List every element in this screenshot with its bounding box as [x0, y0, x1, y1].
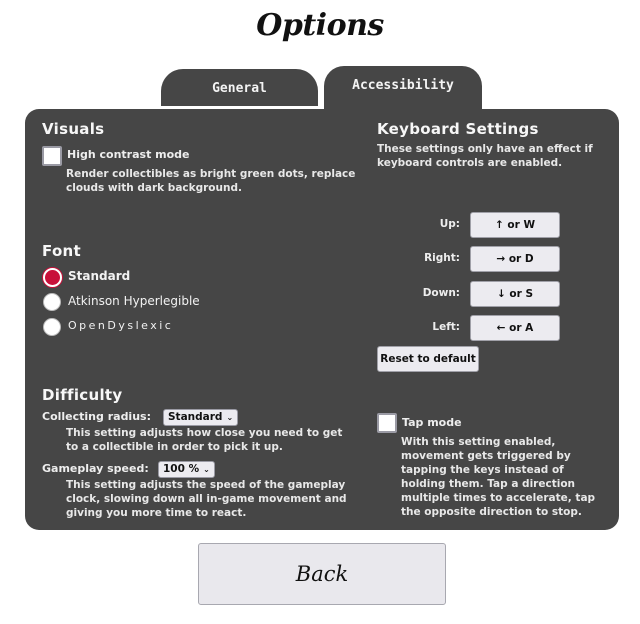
collecting-radius-description-1: This setting adjusts how close you need … [66, 427, 343, 439]
high-contrast-description-1: Render collectibles as bright green dots… [66, 168, 356, 180]
key-binding-down-button[interactable]: ↓ or S [470, 281, 560, 307]
back-button[interactable]: Back [198, 543, 446, 605]
key-binding-right-button[interactable]: → or D [470, 246, 560, 272]
key-label-left: Left: [432, 321, 460, 333]
collecting-radius-value: Standard [168, 411, 223, 423]
font-label-opendyslexic: OpenDyslexic [68, 319, 174, 332]
keyboard-note-2: keyboard controls are enabled. [377, 157, 563, 169]
high-contrast-checkbox[interactable] [42, 146, 62, 166]
tap-mode-description-5: multiple times to accelerate, tap [401, 492, 596, 504]
key-label-right: Right: [424, 252, 460, 264]
gameplay-speed-select[interactable]: 100 % ⌄ [158, 461, 215, 478]
font-label-standard: Standard [68, 269, 131, 283]
keyboard-note-1: These settings only have an effect if [377, 143, 593, 155]
gameplay-speed-description-2: clock, slowing down all in-game movement… [66, 493, 347, 505]
font-radio-standard[interactable] [43, 268, 62, 287]
tap-mode-description-4: holding them. Tap a direction [401, 478, 576, 490]
high-contrast-description-2: clouds with dark background. [66, 182, 242, 194]
page-title: Options [256, 8, 384, 43]
keyboard-heading: Keyboard Settings [377, 120, 539, 138]
collecting-radius-select[interactable]: Standard ⌄ [163, 409, 239, 426]
gameplay-speed-label: Gameplay speed: [42, 462, 149, 475]
tab-general[interactable]: General [161, 69, 318, 106]
tap-mode-description-6: the opposite direction to stop. [401, 506, 582, 518]
reset-to-default-button[interactable]: Reset to default [377, 346, 479, 372]
tap-mode-description-3: tapping the keys instead of [401, 464, 564, 476]
gameplay-speed-description-3: giving you more time to react. [66, 507, 247, 519]
difficulty-heading: Difficulty [42, 386, 123, 404]
font-radio-atkinson[interactable] [43, 293, 61, 311]
key-binding-left-button[interactable]: ← or A [470, 315, 560, 341]
chevron-down-icon: ⌄ [226, 413, 234, 422]
visuals-heading: Visuals [42, 120, 105, 138]
key-binding-up-button[interactable]: ↑ or W [470, 212, 560, 238]
gameplay-speed-value: 100 % [163, 463, 200, 475]
key-label-down: Down: [422, 287, 460, 299]
collecting-radius-description-2: to a collectible in order to pick it up. [66, 441, 283, 453]
tap-mode-description-1: With this setting enabled, [401, 436, 556, 448]
font-heading: Font [42, 242, 81, 260]
tap-mode-description-2: movement gets triggered by [401, 450, 571, 462]
font-label-atkinson: Atkinson Hyperlegible [68, 294, 200, 308]
gameplay-speed-description-1: This setting adjusts the speed of the ga… [66, 479, 346, 491]
font-radio-opendyslexic[interactable] [43, 318, 61, 336]
collecting-radius-label: Collecting radius: [42, 410, 151, 423]
tap-mode-checkbox[interactable] [377, 413, 397, 433]
key-label-up: Up: [439, 218, 460, 230]
chevron-down-icon: ⌄ [203, 465, 210, 474]
tap-mode-label: Tap mode [402, 416, 462, 429]
high-contrast-label: High contrast mode [67, 148, 190, 161]
